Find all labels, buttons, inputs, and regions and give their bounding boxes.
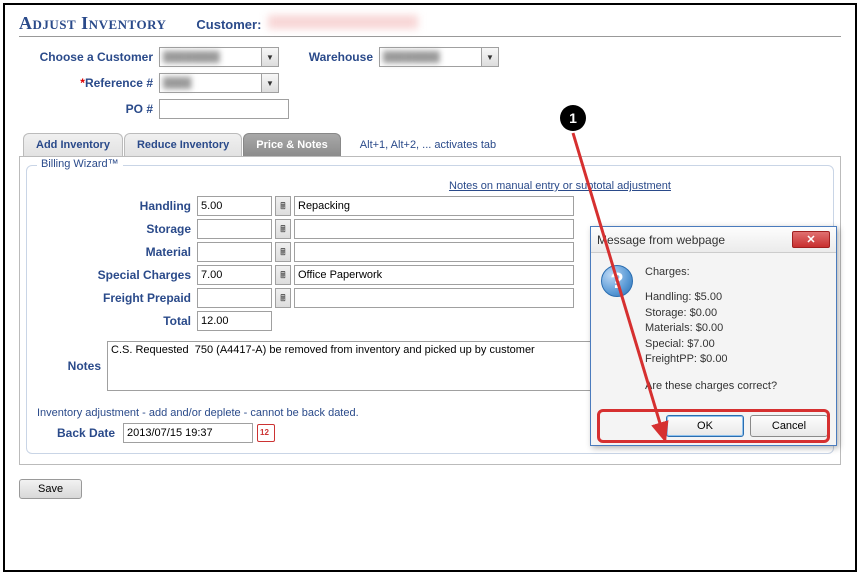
billing-legend: Billing Wizard™ [37, 158, 123, 170]
material-input[interactable] [197, 242, 272, 262]
po-input[interactable] [159, 99, 289, 119]
calculator-icon[interactable]: 🖩 [275, 219, 291, 239]
storage-note-input[interactable] [294, 219, 574, 239]
reference-select[interactable]: ████ ▼ [159, 73, 279, 93]
handling-input[interactable] [197, 196, 272, 216]
backdate-input[interactable] [123, 423, 253, 443]
title-row: Adjust Inventory Customer: [19, 13, 841, 37]
notes-textarea[interactable] [107, 341, 597, 391]
total-label: Total [37, 314, 197, 328]
special-label: Special Charges [37, 268, 197, 282]
warehouse-select[interactable]: ████████ ▼ [379, 47, 499, 67]
customer-label: Customer: [196, 17, 261, 32]
cancel-button[interactable]: Cancel [750, 415, 828, 437]
dialog-title-text: Message from webpage [597, 233, 725, 247]
calculator-icon[interactable]: 🖩 [275, 196, 291, 216]
freight-input[interactable] [197, 288, 272, 308]
notes-column-header: Notes on manual entry or subtotal adjust… [297, 180, 823, 192]
tab-bar: Add Inventory Reduce Inventory Price & N… [19, 133, 841, 156]
customer-header: Customer: [196, 15, 418, 32]
dialog-message: Charges: Handling: $5.00 Storage: $0.00 … [645, 265, 777, 405]
material-label: Material [37, 245, 197, 259]
tab-hint: Alt+1, Alt+2, ... activates tab [360, 139, 496, 156]
chevron-down-icon: ▼ [261, 74, 278, 92]
storage-input[interactable] [197, 219, 272, 239]
material-note-input[interactable] [294, 242, 574, 262]
dialog-button-row: OK Cancel [591, 411, 836, 445]
po-label: PO # [19, 102, 159, 116]
tab-price-notes[interactable]: Price & Notes [243, 133, 341, 156]
question-icon: ? [601, 265, 633, 297]
reference-label: *Reference # [19, 76, 159, 90]
backdate-label: Back Date [37, 426, 123, 440]
freight-label: Freight Prepaid [37, 291, 197, 305]
special-input[interactable] [197, 265, 272, 285]
calculator-icon[interactable]: 🖩 [275, 242, 291, 262]
handling-note-input[interactable] [294, 196, 574, 216]
freight-note-input[interactable] [294, 288, 574, 308]
special-note-input[interactable] [294, 265, 574, 285]
storage-label: Storage [37, 222, 197, 236]
chevron-down-icon: ▼ [481, 48, 498, 66]
calendar-icon[interactable] [257, 424, 275, 442]
tab-add-inventory[interactable]: Add Inventory [23, 133, 123, 156]
choose-customer-label: Choose a Customer [19, 50, 159, 64]
save-button[interactable]: Save [19, 479, 82, 499]
page-title: Adjust Inventory [19, 13, 166, 34]
warehouse-label: Warehouse [279, 50, 379, 64]
ok-button[interactable]: OK [666, 415, 744, 437]
chevron-down-icon: ▼ [261, 48, 278, 66]
handling-label: Handling [37, 199, 197, 213]
choose-customer-select[interactable]: ████████ ▼ [159, 47, 279, 67]
notes-label: Notes [37, 341, 107, 373]
calculator-icon[interactable]: 🖩 [275, 288, 291, 308]
app-frame: Adjust Inventory Customer: Choose a Cust… [3, 3, 857, 572]
customer-name-redacted [268, 15, 418, 29]
tab-reduce-inventory[interactable]: Reduce Inventory [124, 133, 242, 156]
confirm-dialog: Message from webpage ✕ ? Charges: Handli… [590, 226, 837, 446]
callout-marker-1: 1 [560, 105, 586, 131]
total-input[interactable] [197, 311, 272, 331]
calculator-icon[interactable]: 🖩 [275, 265, 291, 285]
dialog-close-button[interactable]: ✕ [792, 231, 830, 248]
dialog-titlebar: Message from webpage ✕ [591, 227, 836, 253]
